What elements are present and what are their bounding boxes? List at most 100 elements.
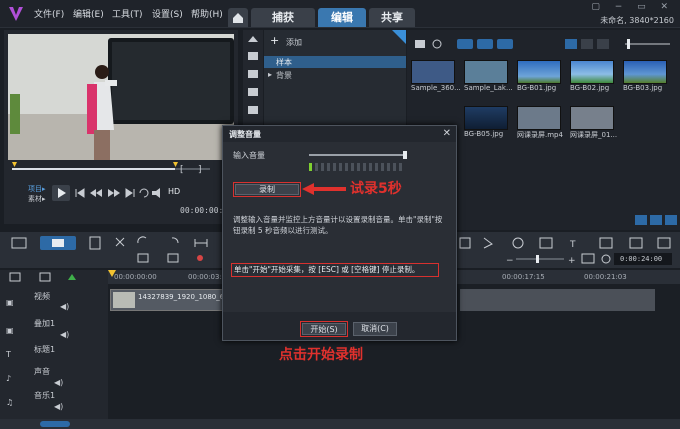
track-header-icons[interactable] [0, 270, 108, 284]
tab-share[interactable]: 共享 [369, 8, 415, 27]
svg-text:T: T [569, 240, 576, 250]
speaker-icon: ◀) [54, 378, 64, 387]
thumb-image [411, 60, 455, 84]
video-clip-continued[interactable] [460, 289, 655, 311]
track-label: 叠加1 [34, 319, 56, 328]
ruler-tick: 00:00:17:15 [502, 273, 545, 281]
thumb-item[interactable]: BG-B05.jpg [464, 106, 508, 138]
preview-panel: [ ] 项目▸ 素材▸ HD 00:00:00:00 [4, 30, 238, 224]
track-video[interactable]: ▣ 视频 ◀) [0, 290, 108, 316]
menu-settings[interactable]: 设置(S) [152, 7, 183, 20]
menu-help[interactable]: 帮助(H) [191, 7, 223, 20]
close-icon[interactable]: ✕ [443, 128, 451, 139]
home-icon [233, 13, 243, 23]
overlay-track-icon: ▣ [6, 326, 14, 335]
dialog-instruction: 单击"开始"开始采集，按 [ESC] 或 [空格键] 停止录制。 [231, 263, 439, 277]
track-label: 标题1 [34, 345, 56, 354]
adjust-volume-dialog: 调整音量 ✕ 输入音量 录制 调整输入音量并监控上方音量计以设置录制音量。单击"… [222, 125, 457, 341]
record-button-highlight: 录制 [233, 182, 301, 197]
thumb-item[interactable]: BG-B02.jpg [570, 60, 614, 92]
thumb-item[interactable]: 网课录屏_01... [570, 106, 617, 140]
thumb-image [464, 106, 508, 130]
thumb-image [517, 60, 561, 84]
tab-edit[interactable]: 编辑 [318, 8, 366, 27]
library-category-icons[interactable] [243, 30, 263, 140]
corner-badge [392, 30, 406, 44]
thumb-label: BG-B02.jpg [570, 84, 610, 92]
track-overlay[interactable]: ▣ 叠加1 ◀) [0, 318, 108, 344]
top-bar: 文件(F) 编辑(E) 工具(T) 设置(S) 帮助(H) 捕获 编辑 共享 ▢… [0, 0, 680, 28]
thumb-image [517, 106, 561, 130]
menu-edit[interactable]: 编辑(E) [73, 7, 104, 20]
dialog-description: 调整输入音量并监控上方音量计以设置录制音量。单击"录制"按钮录制 5 秒音频以进… [233, 215, 443, 235]
start-button[interactable]: 开始(S) [302, 323, 346, 335]
thumb-label: BG-B05.jpg [464, 130, 504, 138]
folder-background[interactable]: ▸ 背景 [264, 69, 406, 81]
music-track-icon: ♫ [6, 398, 14, 407]
video-preview [8, 34, 234, 160]
menu-tools[interactable]: 工具(T) [112, 7, 143, 20]
thumb-image [623, 60, 667, 84]
scroll-thumb[interactable] [40, 421, 70, 427]
speaker-icon: ◀) [60, 302, 70, 311]
annotation-arrow-icon [302, 183, 346, 195]
thumb-item[interactable]: Sample_360... [411, 60, 461, 92]
dialog-title: 调整音量 [223, 126, 456, 142]
library-view-icons[interactable] [415, 38, 670, 50]
thumb-label: BG-B03.jpg [623, 84, 663, 92]
record-button[interactable]: 录制 [235, 184, 299, 195]
video-clip[interactable]: 14327839_1920_1080_60fp [110, 289, 236, 311]
plus-icon: + [270, 34, 280, 47]
folder-sample[interactable]: 样本 [264, 56, 406, 68]
svg-text:−: − [506, 256, 514, 266]
folder-background-label: 背景 [276, 71, 292, 80]
thumb-item[interactable]: 网课录屏.mp4 [517, 106, 563, 140]
track-label: 音乐1 [34, 391, 56, 400]
video-track-icon: ▣ [6, 298, 14, 307]
ruler-tick: 00:00:00:00 [114, 273, 157, 281]
title-track-icon: T [6, 350, 11, 359]
clip-label: 14327839_1920_1080_60fp [138, 293, 236, 301]
menu-file[interactable]: 文件(F) [34, 7, 64, 20]
clip-mode-label[interactable]: 素材▸ [28, 194, 46, 204]
project-mode-label[interactable]: 项目▸ [28, 184, 46, 194]
tab-capture[interactable]: 捕获 [251, 8, 315, 27]
window-controls[interactable]: ▢ − ▭ ✕ [591, 2, 674, 12]
thumb-label: Sample_360... [411, 84, 461, 92]
speaker-icon: ◀) [60, 330, 70, 339]
playback-controls: 项目▸ 素材▸ HD 00:00:00:00 [8, 182, 234, 222]
timeline-scrollbar[interactable] [0, 419, 680, 429]
add-folder-button[interactable]: + 添加 [264, 34, 406, 50]
playhead[interactable] [108, 270, 116, 277]
library-corner-icons[interactable] [635, 214, 679, 226]
speaker-icon: ◀) [54, 402, 64, 411]
thumb-item[interactable]: BG-B01.jpg [517, 60, 561, 92]
start-button-highlight: 开始(S) [300, 321, 348, 337]
project-info: 未命名, 3840*2160 [600, 16, 674, 25]
thumb-item[interactable]: Sample_Lak... [464, 60, 513, 92]
timeline-timecode[interactable]: 0:00:24:00 [620, 255, 662, 263]
home-tab[interactable] [228, 8, 248, 27]
annotation-click-start: 点击开始录制 [279, 347, 363, 363]
thumb-label: 网课录屏_01... [570, 131, 618, 139]
app-logo-icon [9, 7, 23, 21]
svg-text:]: ] [198, 165, 202, 175]
expand-arrow-icon: ▸ [268, 70, 273, 79]
clip-thumbnail [113, 292, 135, 308]
transport-icons[interactable] [74, 187, 166, 199]
thumb-image [570, 106, 614, 130]
voice-track-icon: ♪ [6, 374, 12, 383]
thumb-image [570, 60, 614, 84]
play-button[interactable] [52, 185, 70, 201]
volume-slider[interactable] [309, 150, 409, 160]
track-voice[interactable]: ♪ 声音 ◀) [0, 366, 108, 392]
preview-scrubber[interactable]: [ ] [10, 162, 232, 176]
ruler-tick: 00:00:03:1 [188, 273, 227, 281]
hd-toggle[interactable]: HD [168, 187, 180, 196]
volume-meter [309, 163, 402, 171]
cancel-button[interactable]: 取消(C) [353, 322, 397, 336]
svg-text:[: [ [180, 165, 184, 175]
thumb-label: Sample_Lak... [464, 84, 513, 92]
track-music[interactable]: ♫ 音乐1 ◀) [0, 390, 108, 416]
thumb-item[interactable]: BG-B03.jpg [623, 60, 667, 92]
